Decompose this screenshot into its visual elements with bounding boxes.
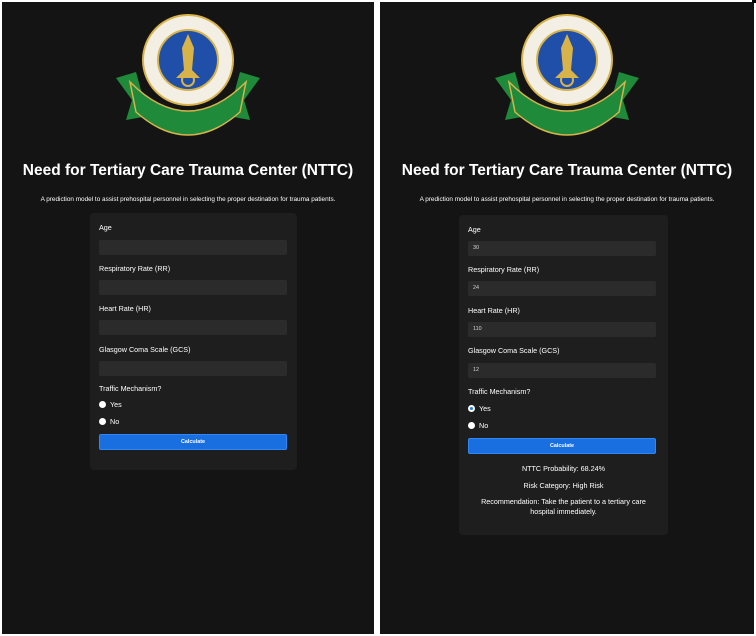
yes-option-label: Yes (479, 404, 491, 413)
risk-category: Risk Category: High Risk (523, 481, 604, 490)
page-subtitle: A prediction model to assist prehospital… (419, 196, 715, 203)
yes-radio[interactable]: Yes (468, 404, 491, 413)
prediction-form: Age Respiratory Rate (RR) Heart Rate (HR… (90, 213, 297, 470)
page-title: Need for Tertiary Care Trauma Center (NT… (401, 162, 733, 179)
screen-before: Need for Tertiary Care Trauma Center (NT… (2, 2, 374, 634)
page-subtitle: A prediction model to assist prehospital… (40, 196, 336, 203)
age-label: Age (99, 223, 112, 232)
age-label: Age (468, 225, 481, 234)
gcs-label: Glasgow Coma Scale (GCS) (99, 345, 191, 354)
traffic-label: Traffic Mechanism? (468, 387, 531, 396)
screen-after: Need for Tertiary Care Trauma Center (NT… (380, 2, 754, 634)
hr-input[interactable] (99, 320, 287, 335)
no-radio[interactable]: No (99, 417, 119, 426)
faculty-logo (495, 14, 639, 136)
nttc-probability: NTTC Probability: 68.24% (521, 464, 606, 473)
gcs-input[interactable] (99, 361, 287, 376)
calculate-button[interactable]: Calculate (99, 434, 287, 450)
yes-radio[interactable]: Yes (99, 400, 122, 409)
recommendation: Recommendation: Take the patient to a te… (481, 497, 646, 516)
rr-input[interactable]: 24 (468, 281, 656, 296)
rr-input[interactable] (99, 280, 287, 295)
hr-input[interactable]: 110 (468, 322, 656, 337)
prediction-form: Age 30 Respiratory Rate (RR) 24 Heart Ra… (459, 215, 668, 535)
no-option-label: No (479, 421, 489, 430)
gcs-label: Glasgow Coma Scale (GCS) (468, 346, 560, 355)
rr-label: Respiratory Rate (RR) (468, 265, 540, 274)
radio-checked-icon (468, 405, 475, 412)
traffic-label: Traffic Mechanism? (99, 384, 162, 393)
hr-label: Heart Rate (HR) (99, 304, 151, 313)
radio-circle-icon (99, 418, 106, 425)
age-input[interactable]: 30 (468, 241, 656, 256)
page-title: Need for Tertiary Care Trauma Center (NT… (22, 162, 354, 179)
calculate-button[interactable]: Calculate (468, 438, 656, 454)
no-option-label: No (110, 417, 120, 426)
radio-circle-icon (99, 401, 106, 408)
gcs-input[interactable]: 12 (468, 363, 656, 378)
no-radio[interactable]: No (468, 421, 488, 430)
radio-circle-icon (468, 422, 475, 429)
rr-label: Respiratory Rate (RR) (99, 264, 171, 273)
corner-mark (752, 0, 756, 3)
hr-label: Heart Rate (HR) (468, 306, 520, 315)
faculty-logo (116, 14, 260, 136)
yes-option-label: Yes (110, 400, 122, 409)
age-input[interactable] (99, 240, 287, 255)
